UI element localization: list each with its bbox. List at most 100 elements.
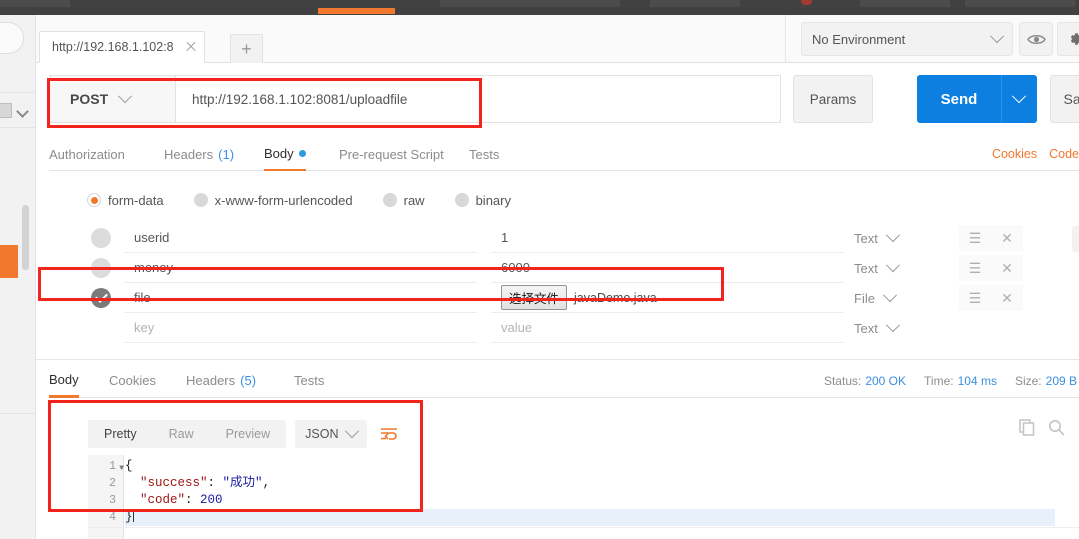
postman-window: http://192.168.1.102:8 + No Environment <box>0 0 1079 539</box>
sidebar-highlight-block <box>0 245 18 278</box>
url-input[interactable]: http://192.168.1.102:8081/uploadfile <box>176 76 780 122</box>
chevron-down-icon <box>118 89 133 104</box>
tab-label: Headers <box>164 146 214 162</box>
row-checkbox[interactable] <box>91 288 111 308</box>
tab-label: Pre-request Script <box>339 146 444 162</box>
tab-pre-request-script[interactable]: Pre-request Script <box>339 137 444 171</box>
params-button[interactable]: Params <box>793 75 873 123</box>
body-type-form-data[interactable]: form-data <box>87 193 164 208</box>
response-tab-tests[interactable]: Tests <box>294 363 324 398</box>
environment-label: No Environment <box>812 31 906 47</box>
word-wrap-icon[interactable] <box>375 420 403 448</box>
fold-toggle-icon[interactable]: ▼ <box>119 460 124 477</box>
row-type-selector[interactable]: Text <box>854 253 926 283</box>
body-type-binary[interactable]: binary <box>454 193 511 208</box>
response-tab-cookies[interactable]: Cookies <box>109 363 156 398</box>
row-value-placeholder[interactable]: value <box>491 313 844 343</box>
row-actions: ☰ ✕ <box>959 253 1023 283</box>
radio-icon <box>454 193 469 207</box>
text-cursor <box>132 509 134 522</box>
body-type-urlencoded[interactable]: x-www-form-urlencoded <box>193 193 353 208</box>
choose-file-button[interactable]: 选择文件 <box>501 285 568 310</box>
save-button[interactable]: Save <box>1050 75 1079 123</box>
topbar-red-indicator <box>801 0 812 5</box>
tab-authorization[interactable]: Authorization <box>49 137 125 171</box>
row-actions: ☰ ✕ <box>959 223 1023 253</box>
row-type-selector[interactable]: Text <box>854 313 926 343</box>
tab-tests[interactable]: Tests <box>469 137 499 171</box>
row-menu-icon[interactable]: ☰ <box>959 225 991 251</box>
view-mode-pretty[interactable]: Pretty <box>88 420 153 448</box>
tab-label: Body <box>264 145 294 161</box>
row-menu-icon[interactable]: ☰ <box>959 285 991 311</box>
request-tab[interactable]: http://192.168.1.102:8 <box>39 31 205 63</box>
row-menu-icon[interactable]: ☰ <box>959 255 991 281</box>
new-tab-button[interactable]: + <box>230 34 263 63</box>
row-type-selector[interactable]: Text <box>854 223 926 253</box>
row-type-label: Text <box>854 230 878 246</box>
response-divider <box>36 359 1079 360</box>
row-key[interactable]: money <box>124 253 477 283</box>
row-key[interactable]: file <box>124 283 477 313</box>
response-tab-headers[interactable]: Headers (5) <box>186 363 256 398</box>
line-number: 4 <box>109 511 116 524</box>
line-number: 3 <box>109 494 116 507</box>
row-type-label: File <box>854 290 875 306</box>
row-value: 选择文件 javaDemo.java <box>491 283 844 313</box>
row-checkbox[interactable] <box>91 258 111 278</box>
row-value[interactable]: 1 <box>491 223 844 253</box>
chevron-down-icon <box>885 318 900 333</box>
tab-label: Authorization <box>49 146 125 162</box>
gear-icon[interactable] <box>1057 22 1079 56</box>
browser-top-bar <box>0 0 1079 15</box>
row-value[interactable]: 6000 <box>491 253 844 283</box>
send-options-button[interactable] <box>1001 75 1037 123</box>
time-value: 104 ms <box>957 373 997 388</box>
method-label: POST <box>70 91 109 107</box>
line-number: 2 <box>109 477 116 490</box>
row-delete-icon[interactable]: ✕ <box>991 225 1023 251</box>
row-type-selector[interactable]: File <box>854 283 926 313</box>
row-checkbox[interactable] <box>91 228 111 248</box>
tab-body[interactable]: Body <box>264 137 306 171</box>
row-type-label: Text <box>854 320 878 336</box>
environment-selector[interactable]: No Environment <box>801 22 1013 56</box>
chevron-down-icon <box>345 424 360 439</box>
method-selector[interactable]: POST <box>50 76 176 122</box>
send-button[interactable]: Send <box>917 75 1001 123</box>
copy-icon[interactable] <box>1019 419 1036 439</box>
chevron-down-icon[interactable] <box>16 105 29 118</box>
url-bar: POST http://192.168.1.102:8081/uploadfil… <box>49 75 781 123</box>
format-selector[interactable]: JSON <box>295 420 368 448</box>
bulk-edit-button[interactable]: Bulk Edit <box>1072 226 1079 252</box>
response-tab-body[interactable]: Body <box>49 363 79 398</box>
tabstrip-divider <box>785 15 786 63</box>
table-row: file 选择文件 javaDemo.java File ☰ ✕ <box>79 283 1079 313</box>
response-body-code[interactable]: { "success": "成功", "code": 200 } <box>125 458 1055 526</box>
sidebar-collection-icon <box>0 103 12 118</box>
status-badge: Status: 200 OK <box>824 374 906 388</box>
request-links: Cookies Code <box>992 137 1079 171</box>
main-panel: http://192.168.1.102:8 + No Environment <box>36 15 1079 539</box>
table-row: key value Text <box>79 313 1079 343</box>
view-mode-raw[interactable]: Raw <box>153 420 210 448</box>
size-value: 209 B <box>1045 373 1077 388</box>
tab-headers[interactable]: Headers (1) <box>164 137 234 171</box>
view-mode-preview[interactable]: Preview <box>210 420 286 448</box>
cookies-link[interactable]: Cookies <box>992 147 1037 161</box>
response-meta: Status: 200 OK Time: 104 ms Size: 209 B <box>824 363 1077 398</box>
eye-icon[interactable] <box>1019 22 1053 56</box>
search-icon[interactable] <box>1048 419 1065 439</box>
row-delete-icon[interactable]: ✕ <box>991 285 1023 311</box>
sidebar-search-input[interactable] <box>0 22 24 54</box>
sidebar-scrollbar[interactable] <box>22 205 29 270</box>
row-key-placeholder[interactable]: key <box>124 313 477 343</box>
row-delete-icon[interactable]: ✕ <box>991 255 1023 281</box>
row-key[interactable]: userid <box>124 223 477 253</box>
code-link[interactable]: Code <box>1049 147 1079 161</box>
close-icon[interactable] <box>184 40 198 54</box>
radio-icon <box>382 193 397 207</box>
body-modified-dot-icon <box>298 149 306 157</box>
code-line: "code": 200 <box>125 492 1055 509</box>
body-type-raw[interactable]: raw <box>382 193 425 208</box>
